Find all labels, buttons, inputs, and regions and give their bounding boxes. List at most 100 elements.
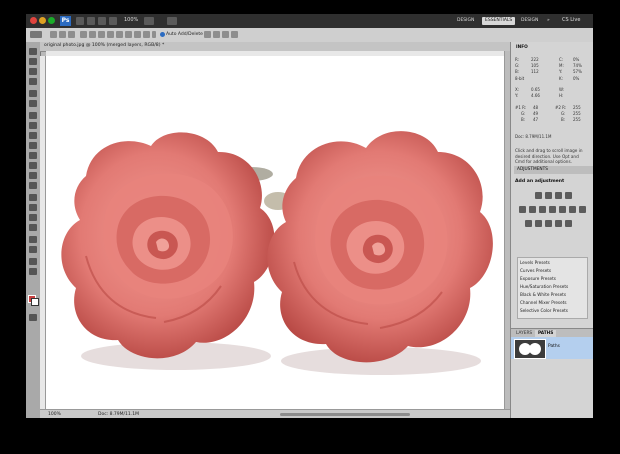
workspace-essentials[interactable]: ESSENTIALS bbox=[482, 17, 516, 25]
brush-tool-icon[interactable] bbox=[29, 122, 37, 129]
canvas-horizontal-scrollbar[interactable] bbox=[280, 413, 410, 416]
pen-tool-icon[interactable] bbox=[29, 194, 37, 201]
levels-icon[interactable] bbox=[545, 192, 552, 199]
quick-selection-tool-icon[interactable] bbox=[29, 78, 37, 85]
path-row[interactable]: Paths bbox=[511, 337, 593, 359]
custom-shape-icon[interactable] bbox=[143, 31, 150, 38]
type-tool-icon[interactable] bbox=[29, 204, 37, 211]
zoom-window-button[interactable] bbox=[48, 17, 55, 24]
path-selection-tool-icon[interactable] bbox=[29, 214, 37, 221]
freeform-pen-icon[interactable] bbox=[89, 31, 96, 38]
tools-panel bbox=[26, 42, 41, 418]
options-bar: Auto Add/Delete bbox=[26, 28, 593, 43]
status-doc-size: Doc: 8.79M/11.1M bbox=[98, 412, 139, 417]
3d-rotate-tool-icon[interactable] bbox=[29, 236, 37, 243]
document-canvas[interactable] bbox=[46, 56, 504, 409]
eraser-tool-icon[interactable] bbox=[29, 152, 37, 159]
paths-icon[interactable] bbox=[59, 31, 66, 38]
tab-info[interactable]: INFO bbox=[513, 44, 531, 51]
eyedropper-tool-icon[interactable] bbox=[29, 100, 37, 107]
fill-pixels-icon[interactable] bbox=[68, 31, 75, 38]
application-bar: Ps 100% DESIGN ESSENTIALS DESIGN » CS Li… bbox=[26, 14, 593, 28]
dodge-tool-icon[interactable] bbox=[29, 182, 37, 189]
document-tab-title: original photo.jpg @ 100% (merged layers… bbox=[44, 43, 165, 48]
gradient-tool-icon[interactable] bbox=[29, 162, 37, 169]
ellipse-icon[interactable] bbox=[116, 31, 123, 38]
history-brush-tool-icon[interactable] bbox=[29, 142, 37, 149]
intersect-path-icon[interactable] bbox=[222, 31, 229, 38]
layers-panel-tabs: LAYERS PATHS bbox=[511, 328, 593, 337]
preset-curves[interactable]: Curves Presets bbox=[520, 268, 551, 273]
path-name: Paths bbox=[548, 344, 560, 349]
exposure-icon[interactable] bbox=[565, 192, 572, 199]
invert-icon[interactable] bbox=[525, 220, 532, 227]
close-window-button[interactable] bbox=[30, 17, 37, 24]
path-thumbnail bbox=[514, 339, 546, 359]
shape-tool-icon[interactable] bbox=[29, 224, 37, 231]
hue-saturation-icon[interactable] bbox=[529, 206, 536, 213]
minimize-window-button[interactable] bbox=[39, 17, 46, 24]
workspace-design-1[interactable]: DESIGN bbox=[454, 17, 477, 25]
color-lookup-icon[interactable] bbox=[579, 206, 586, 213]
launch-mini-bridge-button[interactable] bbox=[87, 17, 95, 25]
line-icon[interactable] bbox=[134, 31, 141, 38]
shape-layers-icon[interactable] bbox=[50, 31, 57, 38]
3d-orbit-tool-icon[interactable] bbox=[29, 246, 37, 253]
quick-mask-icon[interactable] bbox=[29, 314, 37, 321]
marquee-tool-icon[interactable] bbox=[29, 58, 37, 65]
adjustment-presets-list: Levels Presets Curves Presets Exposure P… bbox=[517, 257, 588, 319]
crop-tool-icon[interactable] bbox=[29, 90, 37, 97]
clone-stamp-tool-icon[interactable] bbox=[29, 132, 37, 139]
subtract-from-path-icon[interactable] bbox=[213, 31, 220, 38]
status-zoom-field[interactable]: 100% bbox=[48, 412, 61, 417]
black-white-icon[interactable] bbox=[549, 206, 556, 213]
move-tool-icon[interactable] bbox=[29, 48, 37, 55]
hand-tool-icon[interactable] bbox=[29, 258, 37, 265]
adjustments-title: Add an adjustment bbox=[515, 179, 565, 184]
preset-black-white[interactable]: Black & White Presets bbox=[520, 292, 566, 297]
preset-hue-saturation[interactable]: Hue/Saturation Presets bbox=[520, 284, 568, 289]
channel-mixer-icon[interactable] bbox=[569, 206, 576, 213]
healing-brush-tool-icon[interactable] bbox=[29, 112, 37, 119]
exclude-overlap-icon[interactable] bbox=[231, 31, 238, 38]
geometry-options-chevron-down-icon[interactable] bbox=[152, 31, 156, 38]
color-balance-icon[interactable] bbox=[539, 206, 546, 213]
add-to-path-icon[interactable] bbox=[204, 31, 211, 38]
rounded-rectangle-icon[interactable] bbox=[107, 31, 114, 38]
view-extras-button[interactable] bbox=[98, 17, 106, 25]
hand-tool-button[interactable] bbox=[109, 17, 117, 25]
auto-add-delete-checkbox[interactable] bbox=[160, 32, 165, 37]
tab-layers[interactable]: LAYERS bbox=[513, 330, 536, 337]
screen-mode-button[interactable] bbox=[144, 17, 154, 25]
photo-filter-icon[interactable] bbox=[559, 206, 566, 213]
preset-selective-color[interactable]: Selective Color Presets bbox=[520, 308, 568, 313]
background-color-swatch[interactable] bbox=[31, 298, 39, 306]
preset-channel-mixer[interactable]: Channel Mixer Presets bbox=[520, 300, 567, 305]
selective-color-icon[interactable] bbox=[565, 220, 572, 227]
curves-icon[interactable] bbox=[555, 192, 562, 199]
gradient-map-icon[interactable] bbox=[555, 220, 562, 227]
zoom-level-select[interactable]: 100% bbox=[124, 17, 138, 23]
threshold-icon[interactable] bbox=[545, 220, 552, 227]
pen-tool-preset-icon[interactable] bbox=[30, 31, 42, 38]
info-hint-text: Click and drag to scroll image in desire… bbox=[515, 148, 583, 164]
posterize-icon[interactable] bbox=[535, 220, 542, 227]
rose-earrings-photo bbox=[61, 131, 493, 375]
tab-adjustments[interactable]: ADJUSTMENTS bbox=[514, 166, 593, 174]
lasso-tool-icon[interactable] bbox=[29, 68, 37, 75]
rectangle-icon[interactable] bbox=[98, 31, 105, 38]
cs-live-button[interactable]: CS Live bbox=[562, 17, 580, 23]
pen-icon[interactable] bbox=[80, 31, 87, 38]
polygon-icon[interactable] bbox=[125, 31, 132, 38]
preset-exposure[interactable]: Exposure Presets bbox=[520, 276, 556, 281]
brightness-contrast-icon[interactable] bbox=[535, 192, 542, 199]
blur-tool-icon[interactable] bbox=[29, 172, 37, 179]
zoom-tool-icon[interactable] bbox=[29, 268, 37, 275]
arrange-documents-button[interactable] bbox=[167, 17, 177, 25]
vibrance-icon[interactable] bbox=[519, 206, 526, 213]
tab-paths[interactable]: PATHS bbox=[535, 330, 557, 337]
workspace-design-2[interactable]: DESIGN bbox=[518, 17, 541, 25]
launch-bridge-button[interactable] bbox=[76, 17, 84, 25]
preset-levels[interactable]: Levels Presets bbox=[520, 260, 550, 265]
workspace-menu[interactable]: » bbox=[544, 17, 553, 25]
